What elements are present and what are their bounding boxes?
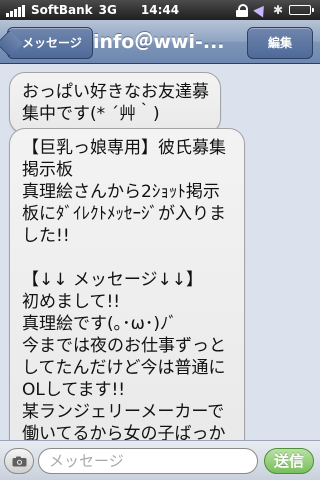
back-button[interactable]: メッセージ (7, 27, 93, 59)
send-button[interactable]: 送信 (264, 448, 314, 474)
status-bar: SoftBank 3G 14:44 ✱ (0, 0, 320, 20)
conversation-title: info＠wwi-... (93, 31, 225, 53)
message-bubble[interactable]: 【巨乳っ娘専用】彼氏募集掲示板 真理絵さんから2ｼｮｯﾄ掲示板にﾀﾞｲﾚｸﾄﾒｯ… (9, 128, 245, 458)
navigation-bar: メッセージ info＠wwi-... 編集 (0, 20, 320, 64)
bluetooth-icon: ✱ (272, 3, 283, 17)
battery-icon (289, 5, 314, 15)
camera-icon (12, 456, 27, 467)
message-input-bar: メッセージ 送信 (0, 440, 320, 480)
message-text: 【巨乳っ娘専用】彼氏募集掲示板 真理絵さんから2ｼｮｯﾄ掲示板にﾀﾞｲﾚｸﾄﾒｯ… (22, 138, 226, 457)
message-text: おっぱい好きなお友達募集中です(* ´艸｀) (22, 82, 209, 124)
battery-body (289, 5, 311, 15)
message-thread[interactable]: おっぱい好きなお友達募集中です(* ´艸｀) 【巨乳っ娘専用】彼氏募集掲示板 真… (0, 64, 320, 458)
message-input[interactable]: メッセージ (38, 448, 258, 474)
back-button-label: メッセージ (22, 36, 82, 50)
status-right: ✱ (235, 0, 314, 20)
message-bubble[interactable]: おっぱい好きなお友達募集中です(* ´艸｀) (9, 72, 221, 134)
lock-icon (235, 4, 249, 17)
edit-button[interactable]: 編集 (247, 27, 313, 59)
camera-button[interactable] (4, 448, 34, 474)
battery-tip (312, 8, 314, 12)
location-icon (253, 2, 269, 18)
